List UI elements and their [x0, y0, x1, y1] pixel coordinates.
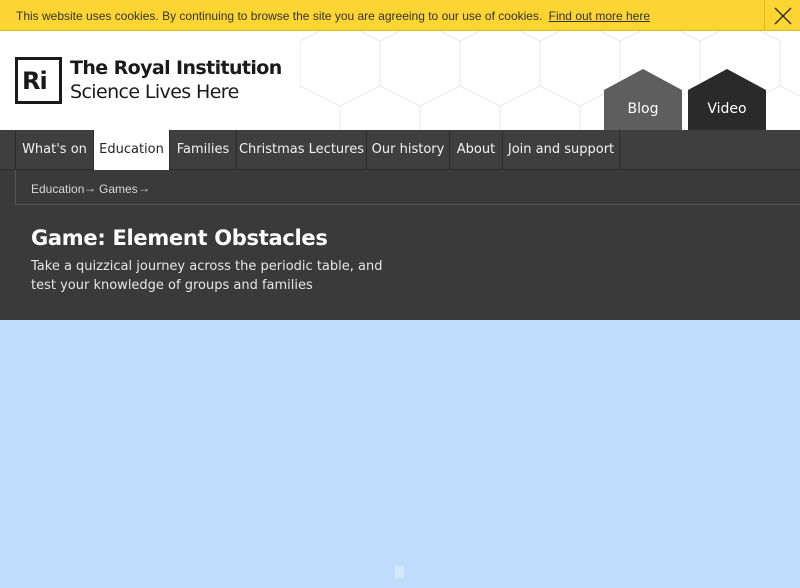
game-loading-indicator — [395, 566, 404, 578]
logo-title: The Royal Institution — [70, 57, 282, 79]
nav-item-families[interactable]: Families — [170, 130, 237, 170]
breadcrumb-separator: → — [138, 181, 150, 195]
breadcrumb-games[interactable]: Games — [99, 182, 138, 196]
page-title: Game: Element Obstacles — [31, 226, 328, 250]
main-nav: What's on Education Families Christmas L… — [0, 130, 800, 170]
video-label: Video — [707, 101, 747, 117]
breadcrumb-education[interactable]: Education — [31, 182, 84, 196]
nav-item-whats-on[interactable]: What's on — [15, 130, 94, 170]
nav-item-education[interactable]: Education — [94, 130, 170, 170]
nav-item-christmas-lectures[interactable]: Christmas Lectures — [237, 130, 367, 170]
page-description: Take a quizzical journey across the peri… — [31, 259, 383, 293]
breadcrumb-separator: → — [84, 181, 96, 195]
game-canvas[interactable] — [0, 320, 800, 588]
nav-item-join-and-support[interactable]: Join and support — [503, 130, 620, 170]
ri-logo-letters: Ri — [22, 67, 48, 95]
nav-item-about[interactable]: About — [450, 130, 503, 170]
nav-item-our-history[interactable]: Our history — [367, 130, 450, 170]
ri-logo-mark: Ri — [15, 57, 62, 104]
cookie-text: This website uses cookies. By continuing… — [16, 9, 650, 23]
blog-label: Blog — [627, 101, 659, 117]
close-icon — [774, 7, 792, 25]
cookie-banner: This website uses cookies. By continuing… — [0, 0, 800, 31]
cookie-more-link[interactable]: Find out more here — [549, 9, 650, 23]
page-header: Education → Games → Game: Element Obstac… — [0, 170, 800, 320]
breadcrumb: Education → Games → — [15, 170, 800, 205]
logo-tagline: Science Lives Here — [70, 81, 239, 103]
cookie-message: This website uses cookies. By continuing… — [16, 9, 543, 23]
cookie-close-button[interactable] — [764, 0, 800, 31]
